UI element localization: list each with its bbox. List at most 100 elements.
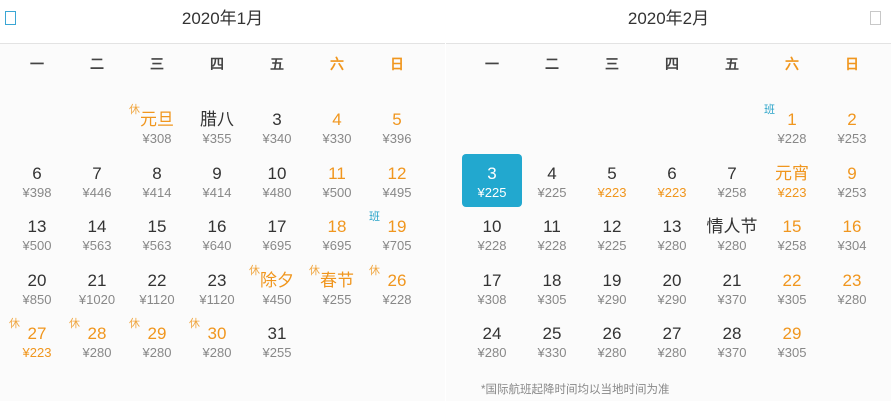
day-cell[interactable]: 班 19 ¥705 (367, 207, 427, 261)
day-price: ¥850 (22, 291, 52, 307)
day-cell[interactable]: 25 ¥330 (522, 314, 582, 368)
day-cell[interactable]: 元宵 ¥223 (762, 154, 822, 208)
day-cell[interactable]: 9 ¥414 (187, 154, 247, 208)
day-cell[interactable]: 休除夕 ¥450 (247, 261, 307, 315)
day-cell[interactable]: 12 ¥225 (582, 207, 642, 261)
day-cell[interactable]: 11 ¥500 (307, 154, 367, 208)
day-price: ¥695 (322, 238, 352, 253)
day-cell[interactable]: 28 ¥370 (702, 314, 762, 368)
day-cell[interactable]: 腊八 ¥355 (187, 100, 247, 154)
day-cell[interactable]: 24 ¥280 (462, 314, 522, 368)
day-label: 26 (602, 324, 622, 343)
day-cell[interactable]: 17 ¥695 (247, 207, 307, 261)
day-cell[interactable]: 休 28 ¥280 (67, 314, 127, 368)
day-cell[interactable]: 休 30 ¥280 (187, 314, 247, 368)
day-cell[interactable]: 15 ¥258 (762, 207, 822, 261)
day-cell[interactable]: 7 ¥258 (702, 154, 762, 208)
day-cell[interactable]: 21 ¥1020 (67, 261, 127, 315)
day-price: ¥396 (382, 131, 412, 146)
day-cell[interactable]: 班 1 ¥228 (762, 100, 822, 154)
day-price: ¥495 (382, 184, 412, 200)
day-cell[interactable]: 12 ¥495 (367, 154, 427, 208)
day-label: 7 (727, 163, 737, 183)
day-cell[interactable]: 7 ¥446 (67, 154, 127, 208)
day-cell[interactable]: 18 ¥695 (307, 207, 367, 261)
day-cell[interactable]: 16 ¥640 (187, 207, 247, 261)
day-cell[interactable]: 22 ¥1120 (127, 261, 187, 315)
weekday-label: 五 (270, 56, 284, 72)
empty-cell (7, 100, 67, 154)
day-cell[interactable]: 10 ¥228 (462, 207, 522, 261)
day-label: 16 (842, 217, 862, 236)
day-cell[interactable]: 4 ¥225 (522, 154, 582, 208)
day-label: 13 (662, 217, 682, 236)
calendar-january: 2020年1月 一 二 三 四 五 六 日 休元旦 ¥308 腊八 ¥355 3 ¥340 4 ¥330 5… (0, 0, 445, 401)
day-cell[interactable]: 9 ¥253 (822, 154, 882, 208)
day-cell[interactable]: 2 ¥253 (822, 100, 882, 154)
prev-month-icon[interactable] (5, 11, 16, 25)
day-price: ¥340 (262, 131, 292, 146)
day-cell[interactable]: 休元旦 ¥308 (127, 100, 187, 154)
day-grid: 休元旦 ¥308 腊八 ¥355 3 ¥340 4 ¥330 5 ¥396 6 ¥398 7 ¥446 8 ¥… (7, 100, 427, 368)
day-cell[interactable]: 5 ¥223 (582, 154, 642, 208)
day-cell[interactable]: 20 ¥290 (642, 261, 702, 315)
day-cell[interactable]: 10 ¥480 (247, 154, 307, 208)
day-cell[interactable]: 31 ¥255 (247, 314, 307, 368)
day-cell[interactable]: 13 ¥280 (642, 207, 702, 261)
holiday-badge: 休 (129, 104, 140, 116)
month-header: 2020年2月 (446, 0, 891, 44)
day-price: ¥330 (537, 345, 567, 360)
day-cell[interactable]: 15 ¥563 (127, 207, 187, 261)
day-cell[interactable]: 23 ¥280 (822, 261, 882, 315)
weekday-label: 四 (210, 56, 224, 72)
day-label: 15 (782, 217, 802, 236)
day-cell[interactable]: 休 29 ¥280 (127, 314, 187, 368)
day-cell[interactable]: 27 ¥280 (642, 314, 702, 368)
day-label: 10 (482, 217, 502, 236)
day-price: ¥223 (597, 184, 627, 200)
day-cell[interactable]: 17 ¥308 (462, 261, 522, 315)
day-cell[interactable]: 26 ¥280 (582, 314, 642, 368)
day-label: 5 (607, 163, 617, 183)
day-cell[interactable]: 5 ¥396 (367, 100, 427, 154)
day-cell[interactable]: 21 ¥370 (702, 261, 762, 315)
day-cell[interactable]: 休春节 ¥255 (307, 261, 367, 315)
day-cell-selected[interactable]: 3 ¥225 (462, 153, 522, 207)
day-cell[interactable]: 20 ¥850 (7, 261, 67, 315)
day-label: 21 (87, 270, 107, 290)
holiday-badge: 休 (129, 318, 140, 330)
weekday-label: 一 (485, 56, 499, 72)
day-label: 16 (207, 217, 227, 236)
day-label: 13 (27, 217, 47, 236)
day-cell[interactable]: 11 ¥228 (522, 207, 582, 261)
day-price: ¥290 (597, 291, 627, 307)
day-price: ¥308 (477, 291, 507, 307)
day-cell[interactable]: 休 26 ¥228 (367, 261, 427, 315)
day-cell[interactable]: 6 ¥223 (642, 154, 702, 208)
day-label: 23 (842, 270, 862, 290)
weekday-label: 五 (725, 56, 739, 72)
day-cell[interactable]: 29 ¥305 (762, 314, 822, 368)
day-cell[interactable]: 6 ¥398 (7, 154, 67, 208)
day-label: 31 (267, 324, 287, 343)
day-cell[interactable]: 8 ¥414 (127, 154, 187, 208)
day-cell[interactable]: 22 ¥305 (762, 261, 822, 315)
next-month-icon[interactable] (870, 11, 881, 25)
day-label: 7 (92, 163, 102, 183)
day-cell[interactable]: 18 ¥305 (522, 261, 582, 315)
day-cell[interactable]: 3 ¥340 (247, 100, 307, 154)
day-label: 元宵 (775, 163, 809, 183)
day-cell[interactable]: 19 ¥290 (582, 261, 642, 315)
day-cell[interactable]: 休 27 ¥223 (7, 314, 67, 368)
day-price: ¥228 (777, 131, 807, 146)
day-cell[interactable]: 13 ¥500 (7, 207, 67, 261)
day-label: 15 (147, 217, 167, 236)
weekday-label: 二 (545, 56, 559, 72)
day-price: ¥253 (837, 131, 867, 146)
day-cell[interactable]: 情人节 ¥280 (702, 207, 762, 261)
day-price: ¥228 (477, 238, 507, 253)
day-cell[interactable]: 16 ¥304 (822, 207, 882, 261)
day-cell[interactable]: 23 ¥1120 (187, 261, 247, 315)
day-cell[interactable]: 4 ¥330 (307, 100, 367, 154)
day-cell[interactable]: 14 ¥563 (67, 207, 127, 261)
